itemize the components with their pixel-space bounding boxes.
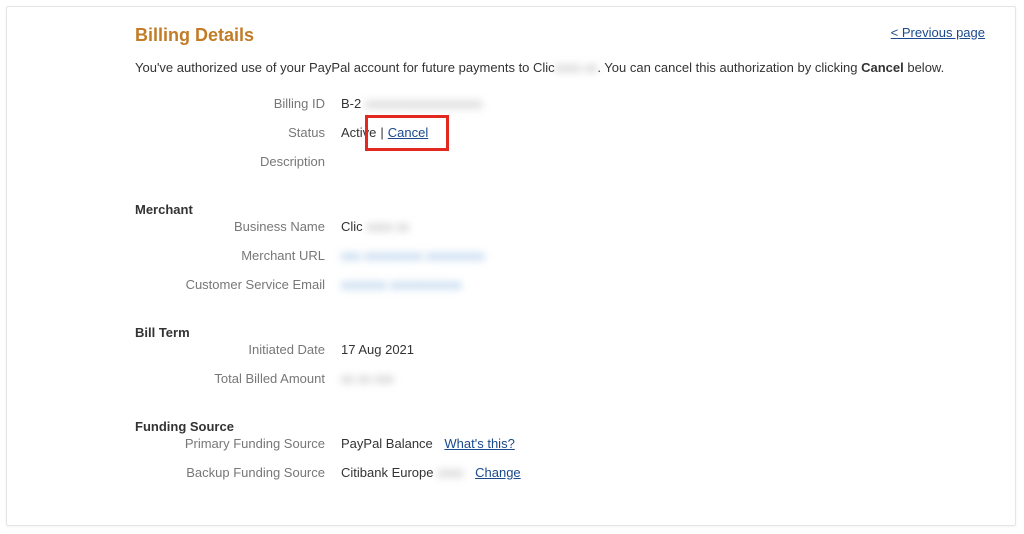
whats-this-link[interactable]: What's this? bbox=[444, 436, 514, 451]
value-cs-email: xxxxxxx xxxxxxxxxxx bbox=[341, 277, 462, 292]
value-primary-funding: PayPal Balance What's this? bbox=[341, 436, 515, 451]
value-merchant-url: xxx xxxxxxxxx xxxxxxxxx bbox=[341, 248, 485, 263]
change-link[interactable]: Change bbox=[475, 465, 521, 480]
section-bill-term: Bill Term bbox=[135, 325, 985, 340]
section-funding-source: Funding Source bbox=[135, 419, 985, 434]
value-business-name: Clicxxxx xx bbox=[341, 219, 409, 234]
label-description: Description bbox=[135, 154, 341, 169]
value-billing-id: B-2xxxxxxxxxxxxxxxxxx bbox=[341, 96, 482, 111]
label-status: Status bbox=[135, 125, 341, 140]
previous-page-link[interactable]: < Previous page bbox=[891, 25, 985, 40]
section-merchant: Merchant bbox=[135, 202, 985, 217]
value-total-billed: xx xx xxx bbox=[341, 371, 394, 386]
billing-details-card: Billing Details < Previous page You've a… bbox=[6, 6, 1016, 526]
cancel-link[interactable]: Cancel bbox=[388, 125, 428, 140]
label-business-name: Business Name bbox=[135, 219, 341, 234]
value-initiated: 17 Aug 2021 bbox=[341, 342, 414, 357]
label-total-billed: Total Billed Amount bbox=[135, 371, 341, 386]
label-billing-id: Billing ID bbox=[135, 96, 341, 111]
label-cs-email: Customer Service Email bbox=[135, 277, 341, 292]
page-title: Billing Details bbox=[135, 25, 254, 46]
value-backup-funding: Citibank Europexxxx Change bbox=[341, 465, 521, 480]
label-merchant-url: Merchant URL bbox=[135, 248, 341, 263]
intro-text: You've authorized use of your PayPal acc… bbox=[135, 58, 985, 78]
label-primary-funding: Primary Funding Source bbox=[135, 436, 341, 451]
label-backup-funding: Backup Funding Source bbox=[135, 465, 341, 480]
status-active-text: Active bbox=[341, 125, 376, 140]
label-initiated: Initiated Date bbox=[135, 342, 341, 357]
value-status: Active | Cancel bbox=[341, 125, 428, 140]
